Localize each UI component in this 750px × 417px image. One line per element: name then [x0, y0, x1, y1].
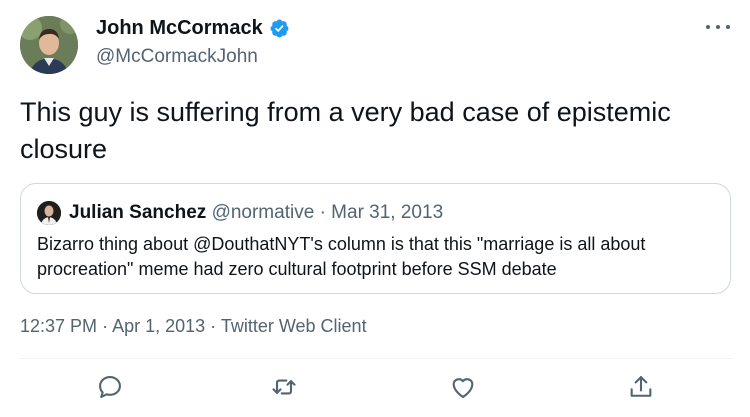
- quoted-avatar-image: [37, 201, 61, 225]
- timestamp-separator: ·: [102, 316, 109, 336]
- like-button[interactable]: [449, 373, 477, 401]
- more-dot: [716, 25, 720, 29]
- verified-badge-icon: [270, 19, 289, 38]
- divider: [20, 358, 732, 359]
- reply-button[interactable]: [96, 373, 124, 401]
- tweet-client[interactable]: Twitter Web Client: [221, 316, 367, 336]
- timestamp-separator: ·: [210, 316, 217, 336]
- quoted-date: Mar 31, 2013: [331, 202, 444, 223]
- retweet-icon: [272, 379, 296, 395]
- share-button[interactable]: [627, 373, 655, 401]
- retweet-button[interactable]: [270, 373, 298, 401]
- tweet-date[interactable]: Apr 1, 2013: [112, 316, 205, 336]
- quoted-author-avatar: [37, 201, 61, 225]
- share-icon: [630, 376, 652, 397]
- tweet-text: This guy is suffering from a very bad ca…: [20, 97, 671, 164]
- like-icon: [452, 378, 474, 398]
- quoted-author-handle: @normative: [211, 202, 315, 223]
- quoted-author-name: Julian Sanchez: [69, 202, 207, 223]
- author-name-row[interactable]: John McCormack: [96, 17, 290, 40]
- quoted-separator: ·: [319, 202, 326, 223]
- more-dot: [706, 25, 710, 29]
- more-options-icon[interactable]: [706, 20, 730, 34]
- author-avatar[interactable]: [20, 16, 78, 74]
- author-avatar-image: [20, 16, 78, 74]
- tweet-time[interactable]: 12:37 PM: [20, 316, 97, 336]
- more-dot: [726, 25, 730, 29]
- author-handle[interactable]: @McCormackJohn: [96, 46, 258, 68]
- quoted-header: Julian Sanchez @normative · Mar 31, 2013: [69, 202, 443, 224]
- quoted-text: Bizarro thing about @DouthatNYT's column…: [37, 234, 646, 279]
- author-name[interactable]: John McCormack: [96, 17, 263, 40]
- quoted-tweet[interactable]: Julian Sanchez @normative · Mar 31, 2013…: [20, 183, 731, 294]
- tweet-timestamp: 12:37 PM · Apr 1, 2013 · Twitter Web Cli…: [20, 316, 367, 337]
- reply-icon: [99, 376, 121, 398]
